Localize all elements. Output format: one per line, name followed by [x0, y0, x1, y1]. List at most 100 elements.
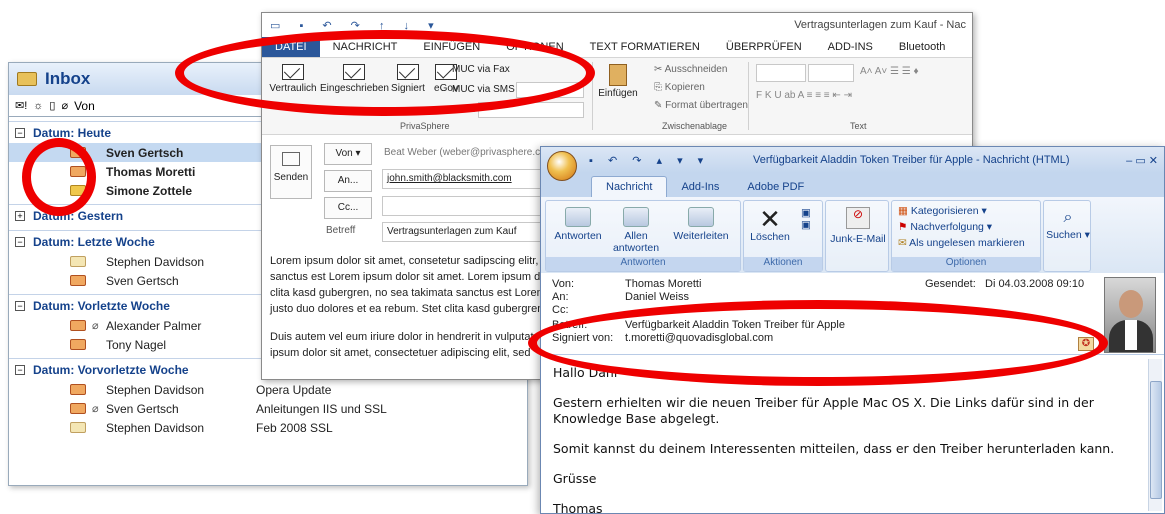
signature-certificate-icon[interactable]: ✪ — [1078, 337, 1094, 351]
subject-label: Betreff — [326, 225, 356, 236]
quick-access-icons[interactable]: ▪ ↶ ↷ ▴ ▾ ▾ — [589, 154, 709, 167]
compose-tab[interactable]: ADD-INS — [815, 37, 886, 57]
office-button-icon[interactable] — [547, 151, 577, 181]
group-label: Datum: Letzte Woche — [33, 234, 155, 249]
certificate-mail-icon — [70, 403, 86, 414]
compose-tab[interactable]: OPTIONEN — [493, 37, 576, 57]
from-value: Beat Weber (weber@privasphere.com) — [384, 147, 558, 158]
group-toggle-icon[interactable]: − — [15, 300, 25, 311]
respond-group-label: Antworten — [546, 257, 740, 271]
open-mail-icon — [70, 422, 86, 433]
compose-tab[interactable]: Bluetooth — [886, 37, 958, 57]
importance-column-icon[interactable]: ✉! — [15, 99, 27, 112]
font-size-box[interactable] — [808, 64, 854, 82]
message-row[interactable]: Stephen Davidson Opera Update — [9, 380, 527, 399]
group-toggle-icon[interactable]: + — [15, 210, 25, 221]
categorize-button[interactable]: ▦ Kategorisieren ▾ — [898, 205, 987, 217]
certificate-mail-icon — [70, 166, 86, 177]
message-tab[interactable]: Nachricht — [591, 176, 668, 197]
compose-tab[interactable]: DATEI — [262, 37, 320, 57]
body-paragraph: Lorem ipsum dolor sit amet, consetetur s… — [270, 255, 559, 315]
delete-button[interactable]: ✕ Löschen — [748, 204, 792, 243]
compose-body[interactable]: Lorem ipsum dolor sit amet, consetetur s… — [270, 253, 560, 361]
delete-x-icon: ✕ — [759, 204, 781, 234]
document-column-icon[interactable]: ▯ — [49, 99, 55, 112]
reply-button[interactable]: Antworten — [548, 207, 608, 242]
message-row[interactable]: Stephen Davidson Feb 2008 SSL — [9, 418, 527, 437]
group-label: Datum: Vorletzte Woche — [33, 298, 170, 313]
message-ribbon: Antworten Allen antworten Weiterleiten A… — [541, 197, 1164, 275]
message-window-title: Verfügbarkeit Aladdin Token Treiber für … — [753, 154, 1070, 166]
forward-button[interactable]: Weiterleiten — [664, 207, 738, 242]
format-painter-button[interactable]: ✎ Format übertragen — [654, 100, 748, 111]
vertraulich-button[interactable]: Vertraulich — [266, 64, 320, 94]
sender-name: Stephen Davidson — [106, 254, 205, 269]
sender-name: Stephen Davidson — [106, 420, 205, 435]
to-field[interactable]: john.smith@blacksmith.com — [382, 169, 542, 189]
clipboard-icon — [609, 64, 627, 86]
quick-access-icons[interactable]: ▭ ▪ ↶ ↷ ↑ ↓ ▾ — [270, 19, 442, 32]
scrollbar-thumb[interactable] — [1150, 381, 1162, 499]
attachment-column-icon[interactable]: ⌀ — [61, 99, 68, 112]
subject-field[interactable]: Vertragsunterlagen zum Kauf — [382, 222, 542, 242]
font-name-box[interactable] — [756, 64, 806, 82]
move-icons[interactable]: ▣ ▣ — [794, 207, 818, 231]
message-tab[interactable]: Add-Ins — [667, 177, 733, 197]
muc-fax-label[interactable]: MUC via Fax — [452, 64, 510, 75]
options-group: ▦ Kategorisieren ▾ ⚑ Nachverfolgung ▾ ✉ … — [891, 200, 1041, 272]
message-row[interactable]: ⌀ Sven Gertsch Anleitungen IIS und SSL — [9, 399, 527, 418]
cc-label: Cc: — [552, 304, 569, 316]
group-toggle-icon[interactable]: − — [15, 364, 25, 375]
group-label: Datum: Heute — [33, 125, 112, 140]
compose-tab[interactable]: NACHRICHT — [320, 37, 411, 57]
cc-button[interactable]: Cc... — [324, 197, 372, 219]
flag-column-icon[interactable]: ☼ — [33, 100, 43, 112]
eingeschrieben-button[interactable]: Eingeschrieben — [320, 64, 389, 94]
group-label: Datum: Vorvorletzte Woche — [33, 362, 189, 377]
sender-name: Simone Zottele — [106, 183, 193, 198]
vertical-scrollbar[interactable] — [1148, 359, 1162, 511]
followup-button[interactable]: ⚑ Nachverfolgung ▾ — [898, 221, 992, 233]
copy-button[interactable]: ⎘ Kopieren — [654, 82, 705, 93]
signed-by-label: Signiert von: — [552, 332, 614, 344]
compose-tab[interactable]: ÜBERPRÜFEN — [713, 37, 815, 57]
group-toggle-icon[interactable]: − — [15, 127, 25, 138]
body-paragraph: Somit kannst du deinem Interessenten mit… — [553, 441, 1115, 456]
flag-icon: ⚑ — [898, 221, 908, 233]
compose-tab[interactable]: EINFÜGEN — [410, 37, 493, 57]
greeting: Hallo Dani — [553, 365, 618, 380]
from-button[interactable]: Von ▾ — [324, 143, 372, 165]
from-column-header[interactable]: Von — [74, 99, 95, 113]
message-tab[interactable]: Adobe PDF — [733, 177, 818, 197]
cc-field[interactable] — [382, 196, 542, 216]
sender-name: Sven Gertsch — [106, 145, 184, 160]
cut-button[interactable]: ✂ Ausschneiden — [654, 64, 727, 75]
envelope-icon — [282, 64, 304, 80]
font-format-icons[interactable]: A˄ A˅ ☰ ☰ ♦ — [860, 66, 919, 77]
compose-tab[interactable]: TEXT FORMATIEREN — [577, 37, 713, 57]
find-group: ⌕ Suchen ▾ — [1043, 200, 1091, 272]
group-toggle-icon[interactable]: − — [15, 236, 25, 247]
window-controls[interactable]: – ▭ ✕ — [1126, 154, 1158, 167]
muc-field[interactable] — [478, 102, 584, 118]
certificate-mail-icon — [70, 275, 86, 286]
sender-name: Tony Nagel — [106, 337, 167, 352]
paste-button[interactable]: Einfügen — [598, 64, 638, 99]
envelope-icon — [343, 64, 365, 80]
text-format-icons[interactable]: F K U ab A ≡ ≡ ≡ ⇤ ⇥ — [756, 90, 852, 101]
send-button[interactable]: Senden — [270, 145, 312, 199]
actions-group-label: Aktionen — [744, 257, 822, 271]
muc-sms-field[interactable] — [516, 82, 584, 98]
junk-button[interactable]: ⊘ Junk-E-Mail — [828, 207, 888, 245]
open-mail-icon — [70, 256, 86, 267]
ribbon-separator — [748, 62, 749, 130]
compose-ribbon-tabs: DATEI NACHRICHT EINFÜGEN OPTIONEN TEXT FORMA… — [262, 37, 972, 57]
junk-group: ⊘ Junk-E-Mail — [825, 200, 889, 272]
to-button[interactable]: An... — [324, 170, 372, 192]
reply-all-button[interactable]: Allen antworten — [610, 207, 662, 254]
muc-sms-label[interactable]: MUC via SMS — [452, 84, 515, 95]
reply-all-icon — [623, 207, 649, 227]
subject-text: Feb 2008 SSL — [256, 420, 333, 435]
find-button[interactable]: ⌕ Suchen ▾ — [1046, 207, 1090, 241]
mark-unread-button[interactable]: ✉ Als ungelesen markieren — [898, 237, 1025, 249]
